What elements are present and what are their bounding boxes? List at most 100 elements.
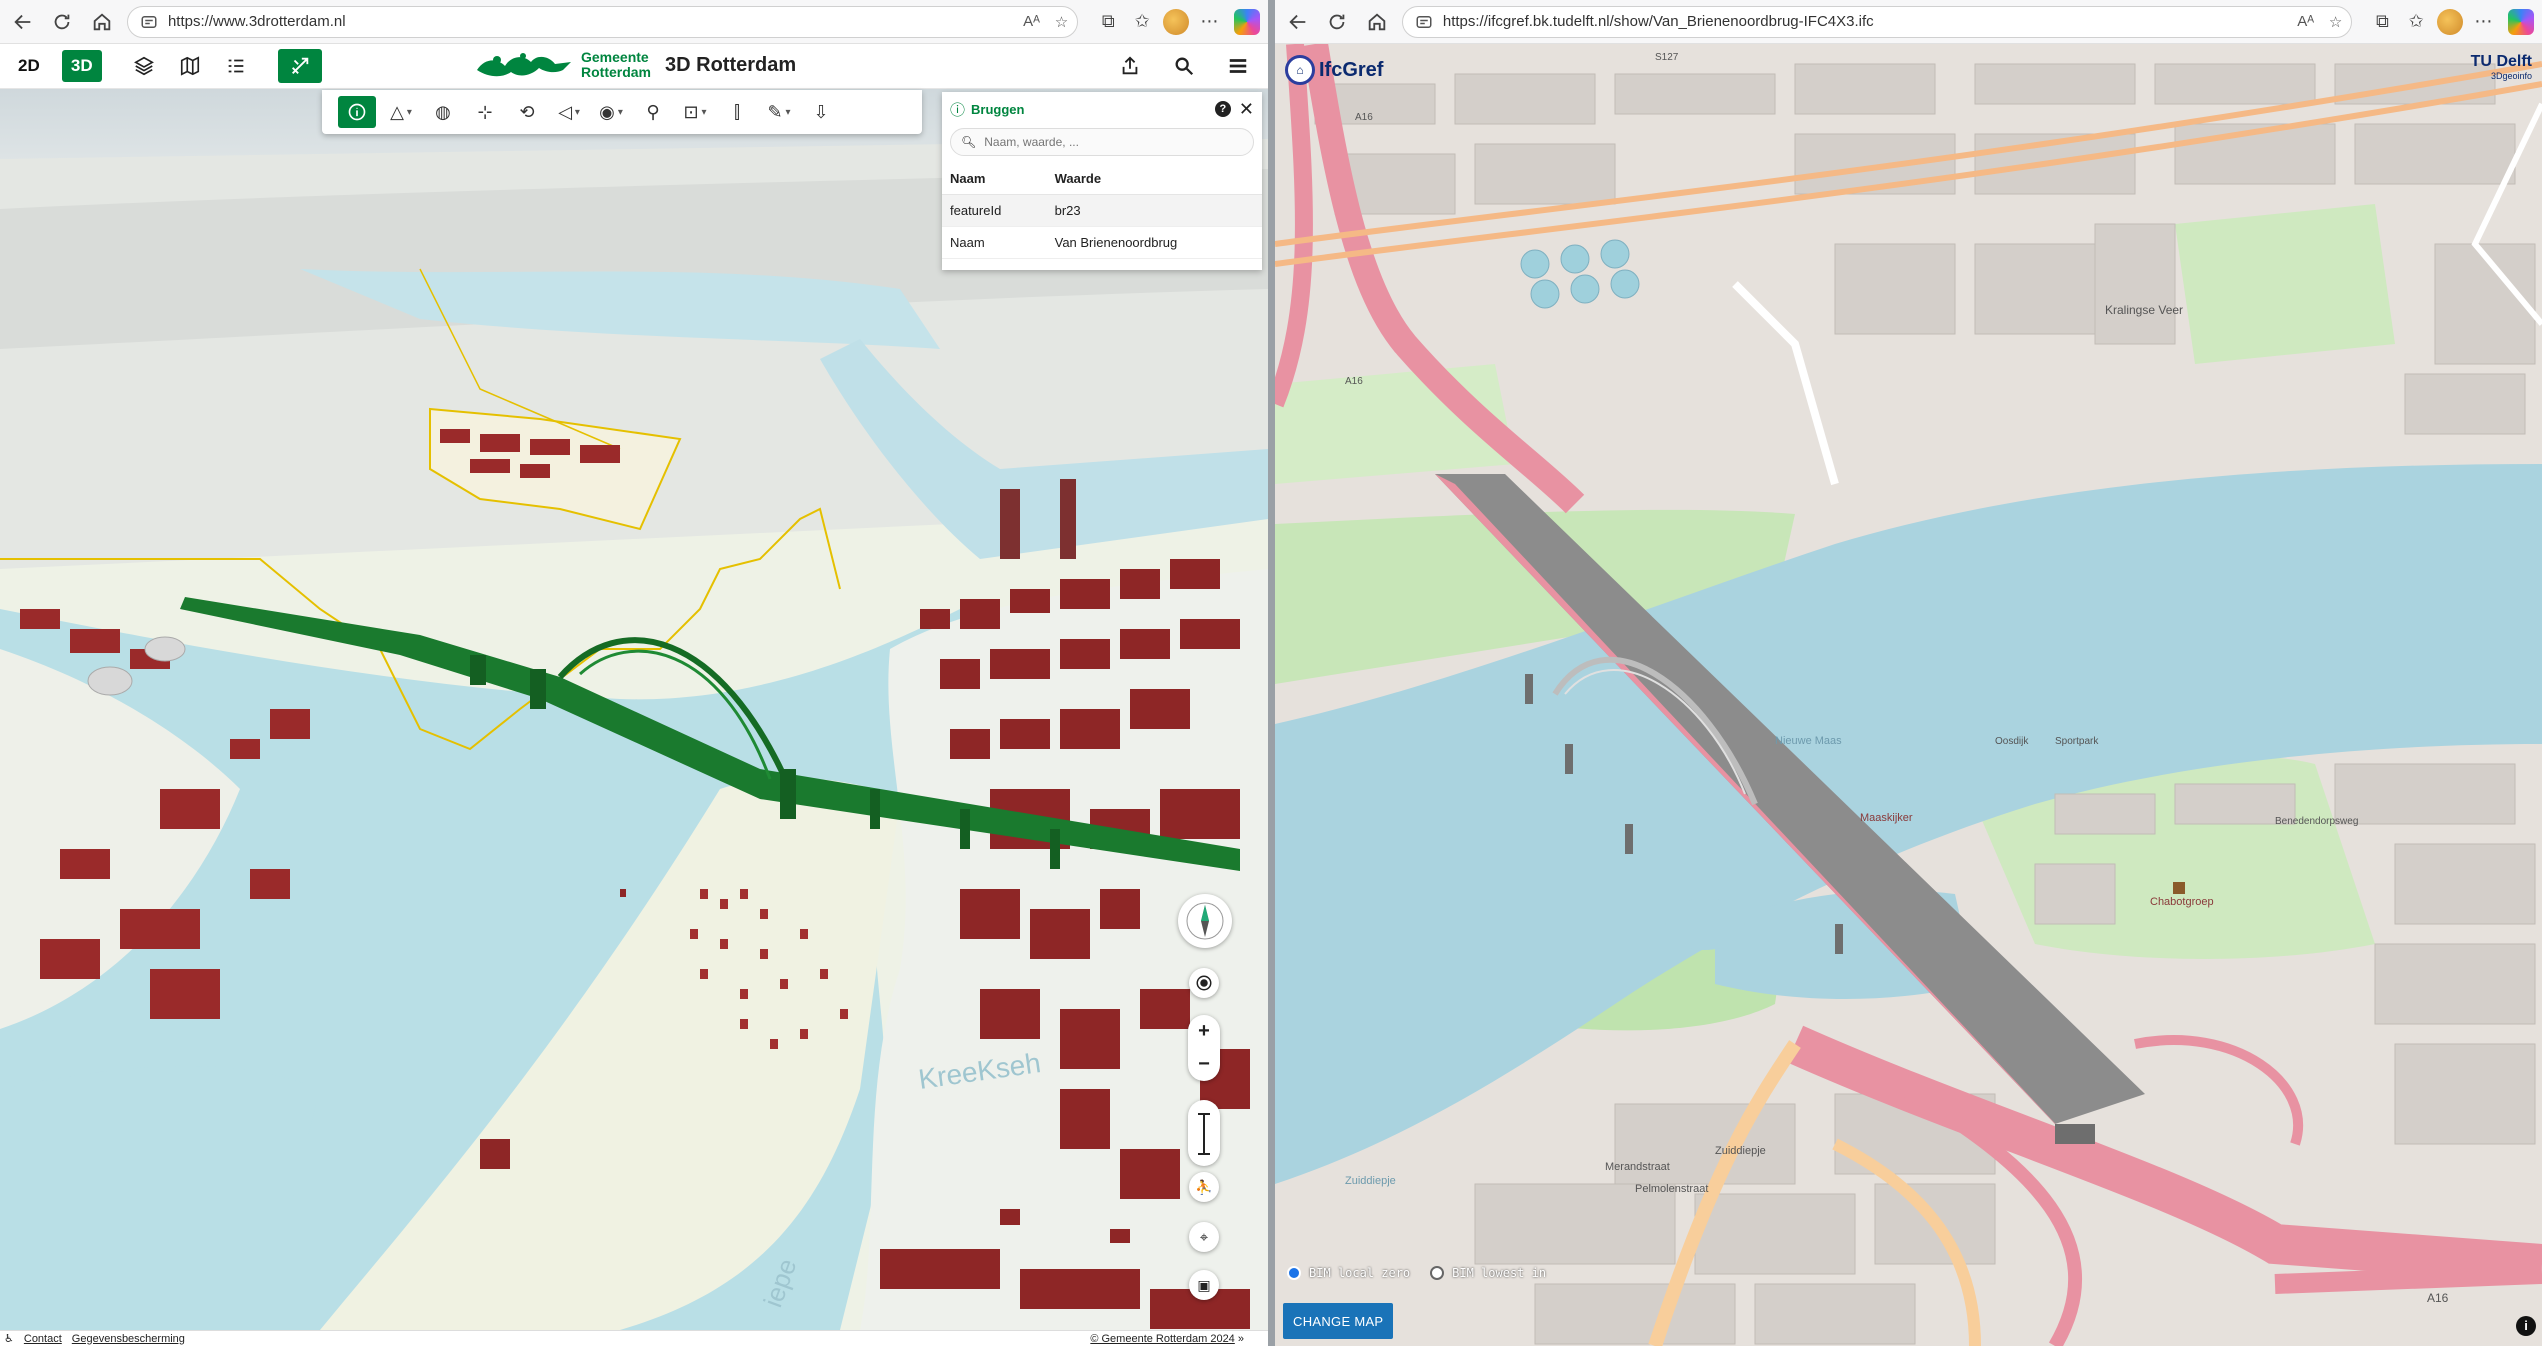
viewpoint-tool-button[interactable]: ◁ ▾ [552,96,586,128]
radio-label-local-zero[interactable]: BIM local zero [1309,1266,1410,1280]
close-icon[interactable]: ✕ [1239,99,1254,120]
left-3d-map-view[interactable]: KreeKseh iepe [0,89,1268,1330]
search-icon[interactable] [1164,50,1204,82]
map-snapshot-button[interactable]: ▣ [1189,1270,1219,1300]
copyright-link[interactable]: © Gemeente Rotterdam 2024 [1090,1333,1234,1345]
map-label-kralingse-veer: Kralingse Veer [2105,303,2183,317]
radio-bim-local-zero[interactable] [1287,1266,1301,1280]
url-text: https://www.3drotterdam.nl [167,13,346,30]
ifcgref-logo-text: IfcGref [1319,58,1384,81]
change-map-button[interactable]: CHANGE MAP [1283,1303,1394,1339]
refresh-icon[interactable] [1321,5,1355,39]
map-label-a16-top: A16 [1355,112,1373,123]
map-label-maaskijker: Maaskijker [1860,812,1913,824]
legend-list-icon[interactable] [216,50,256,82]
app-header: 2D 3D Gemeente Rotterdam 3D Rotterdam [0,44,1268,89]
profile-avatar[interactable] [1162,8,1189,35]
zoom-out-button[interactable]: − [1198,1053,1210,1076]
poi-icon[interactable] [2173,882,2185,894]
cell-value: Van Brienenoordbrug [1046,226,1262,259]
info-search-input[interactable] [984,135,1225,149]
back-icon[interactable] [6,5,40,39]
read-aloud-icon[interactable]: Aᴬ [2291,13,2321,30]
info-tool-button[interactable] [338,96,376,128]
info-search-box: 🔍︎ [950,128,1254,156]
map-themes-icon[interactable] [170,50,210,82]
tud-logo-sub: 3Dgeoinfo [2490,71,2532,81]
read-aloud-icon[interactable]: Aᴬ [1017,13,1047,30]
export-tool-icon[interactable]: ⇩ [804,96,838,128]
my-location-button[interactable] [1189,968,1219,998]
table-header-row: Naam Waarde [942,164,1262,195]
map-label-chabotgroep: Chabotgroep [2150,896,2214,908]
home-icon[interactable] [85,5,119,39]
right-map-view[interactable]: S127 A16 A16 A16 Kralingse Veer Maaskijk… [1275,44,2542,1346]
share-icon[interactable] [1110,50,1150,82]
mode-3d-button[interactable]: 3D [61,50,102,82]
fly-tool-icon[interactable]: ⟲ [510,96,544,128]
tools-button[interactable] [277,49,322,83]
help-icon[interactable]: ? [1214,101,1231,117]
pedestrian-view-button[interactable]: ⛹ [1189,1172,1219,1202]
radio-bim-lowest[interactable] [1430,1266,1445,1280]
favorites-icon[interactable]: ✩ [1125,5,1159,39]
left-map-canvas[interactable]: KreeKseh iepe [0,89,1268,1330]
gemeente-rotterdam-logo: Gemeente Rotterdam 3D Rotterdam [475,48,796,82]
privacy-link[interactable]: Gegevensbescherming [72,1333,185,1345]
layers-icon[interactable] [124,50,164,82]
extensions-icon[interactable]: ⧉ [1092,5,1126,39]
site-info-icon[interactable] [1415,13,1433,31]
map-label-beneden: Benedendorpsweg [2275,816,2358,827]
shadow-tool-icon[interactable]: ◍ [426,96,460,128]
more-menu-icon[interactable]: ⋯ [1193,5,1227,39]
attribute-table: Naam Waarde featureId br23 Naam Van Brie… [942,164,1262,259]
copyright-text: © Gemeente Rotterdam 2024 » [1090,1332,1244,1345]
back-icon[interactable] [1281,5,1315,39]
radio-label-lowest[interactable]: BIM lowest in [1452,1266,1546,1280]
visibility-tool-button[interactable]: ◉ ▾ [594,96,628,128]
hamburger-menu-icon[interactable] [1218,50,1258,82]
copilot-icon[interactable] [2508,8,2534,35]
clip-tool-button[interactable]: ⊡ ▾ [678,96,712,128]
tud-logo-delft: Delft [2496,53,2532,70]
location-pin-button[interactable]: ⌖ [1189,1222,1219,1252]
accessibility-icon[interactable]: ♿︎ [4,1332,14,1345]
column-header-naam[interactable]: Naam [942,164,1047,195]
column-header-waarde[interactable]: Waarde [1046,164,1262,195]
profile-avatar[interactable] [2436,8,2463,35]
contact-link[interactable]: Contact [24,1333,62,1345]
home-icon[interactable] [1360,5,1394,39]
favorites-icon[interactable]: ✩ [2399,5,2433,39]
map-label-nieuwe-maas: Nieuwe Maas [1775,735,1842,747]
map-label-merandstraat: Merandstraat [1605,1161,1670,1173]
more-menu-icon[interactable]: ⋯ [2467,5,2501,39]
window-divider[interactable] [1268,0,1275,1346]
tilt-slider[interactable] [1188,1100,1220,1166]
attribution-info-icon[interactable]: i [2516,1316,2536,1336]
favorite-star-icon[interactable]: ☆ [1047,13,1077,31]
draw-3d-tool-button[interactable]: ✎ ▾ [762,96,796,128]
left-browser-window: https://www.3drotterdam.nl Aᴬ ☆ ⧉ ✩ ⋯ 2D… [0,0,1268,1346]
info-panel-header: ⓘ Bruggen ? ✕ [942,92,1262,126]
compass-control[interactable] [1178,894,1232,948]
profile-tool-icon[interactable]: ⫿ [720,96,754,128]
pin-tool-icon[interactable]: ⚲ [636,96,670,128]
right-map-canvas[interactable]: S127 A16 A16 A16 Kralingse Veer Maaskijk… [1275,44,2542,1346]
map-label-a16-bottom: A16 [2427,1291,2449,1305]
favorite-star-icon[interactable]: ☆ [2321,13,2351,31]
left-footer: ♿︎ Contact Gegevensbescherming © Gemeent… [0,1330,1268,1346]
zoom-in-button[interactable]: + [1198,1020,1210,1043]
refresh-icon[interactable] [46,5,80,39]
copilot-icon[interactable] [1234,8,1260,35]
address-bar[interactable]: https://www.3drotterdam.nl Aᴬ ☆ [126,5,1078,38]
measure-tool-button[interactable]: △ ▾ [384,96,418,128]
left-browser-toolbar: https://www.3drotterdam.nl Aᴬ ☆ ⧉ ✩ ⋯ [0,0,1268,44]
info-panel-title: Bruggen [971,101,1025,117]
tud-logo-tu: TU [2470,53,2492,70]
extensions-icon[interactable]: ⧉ [2366,5,2400,39]
cross-section-tool-icon[interactable]: ⊹ [468,96,502,128]
ifcgref-badge-icon: ⌂ [1285,55,1315,85]
address-bar[interactable]: https://ifcgref.bk.tudelft.nl/show/Van_B… [1401,5,2352,38]
site-info-icon[interactable] [140,13,158,31]
mode-2d-button[interactable]: 2D [10,50,48,82]
